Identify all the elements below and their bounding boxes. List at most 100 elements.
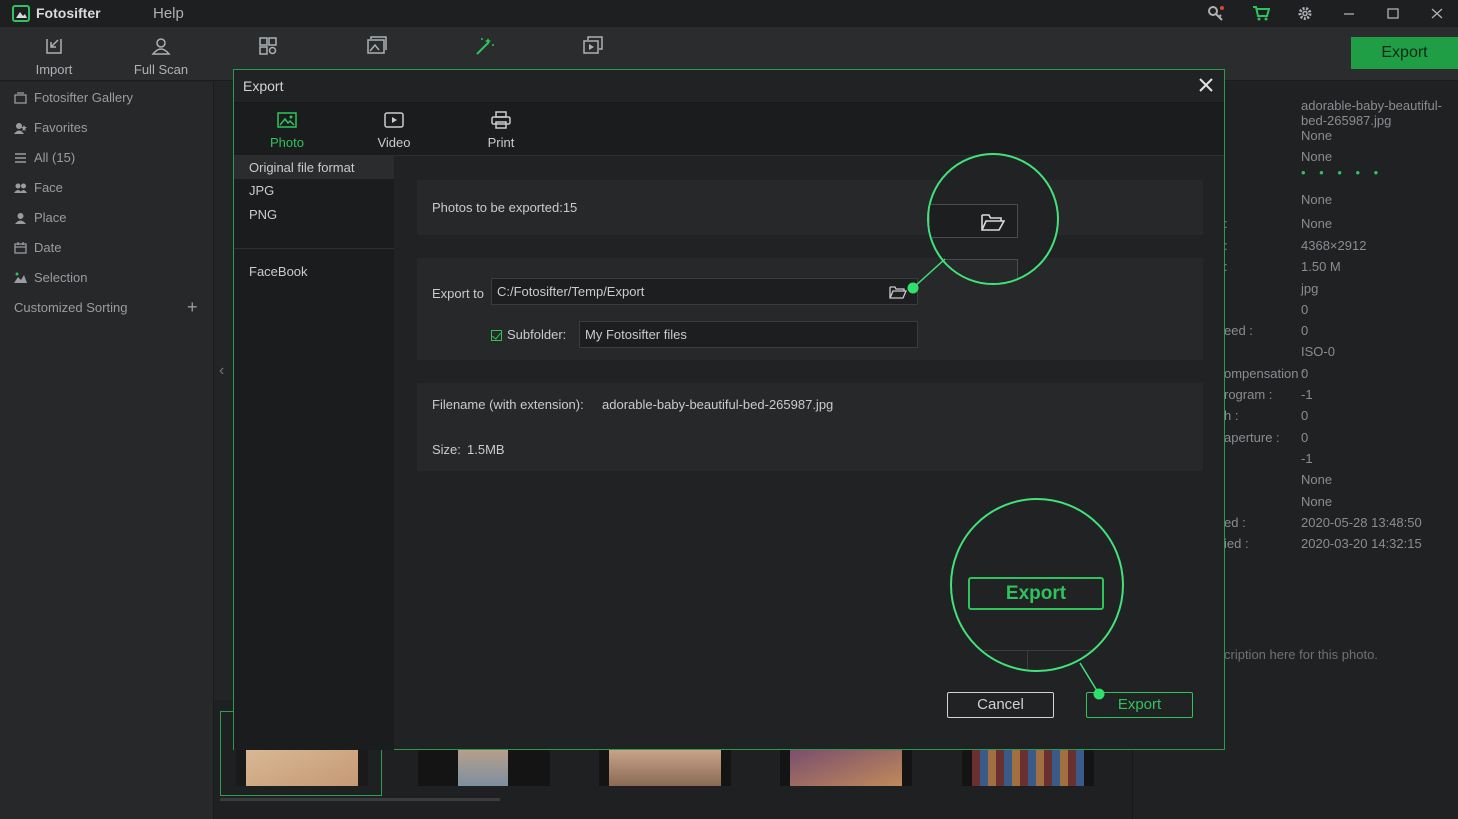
cancel-button[interactable]: Cancel bbox=[947, 692, 1054, 718]
fotosifter-logo-icon bbox=[12, 5, 30, 22]
info-label: eed : bbox=[1224, 323, 1253, 338]
close-icon[interactable] bbox=[1197, 76, 1215, 94]
thumbnail[interactable] bbox=[599, 749, 731, 786]
folder-open-icon bbox=[981, 214, 1005, 231]
collapse-panel-icon[interactable]: ‹ bbox=[219, 362, 224, 380]
info-value: None bbox=[1301, 149, 1333, 164]
size-value: 1.5MB bbox=[467, 442, 505, 457]
tab-print[interactable]: Print bbox=[461, 111, 541, 150]
tab-video[interactable]: Video bbox=[354, 111, 434, 150]
info-label: ed : bbox=[1224, 515, 1246, 530]
export-button[interactable]: Export bbox=[1086, 692, 1193, 718]
thumbnail-scrollbar[interactable] bbox=[220, 798, 500, 801]
sidebar-item-label: Place bbox=[34, 210, 67, 225]
list-icon bbox=[15, 152, 26, 163]
thumbnail[interactable] bbox=[962, 749, 1094, 786]
thumbnail[interactable] bbox=[780, 749, 912, 786]
rating-stars[interactable]: • • • • • bbox=[1301, 165, 1383, 180]
sidebar-item-place[interactable]: Place bbox=[14, 210, 67, 225]
full-scan-label: Full Scan bbox=[133, 62, 189, 77]
slideshow-button[interactable] bbox=[553, 36, 633, 62]
key-icon[interactable] bbox=[1207, 5, 1225, 22]
filename-label: Filename (with extension): bbox=[432, 397, 584, 412]
close-window-icon[interactable] bbox=[1428, 5, 1446, 22]
gear-icon[interactable] bbox=[1296, 5, 1314, 22]
info-value: 0 bbox=[1301, 302, 1309, 317]
minimize-icon[interactable] bbox=[1340, 5, 1358, 22]
dialog-title: Export bbox=[243, 78, 284, 94]
menu-help[interactable]: Help bbox=[153, 5, 184, 22]
description-placeholder[interactable]: cription here for this photo. bbox=[1224, 647, 1378, 662]
info-value: -1 bbox=[1301, 451, 1313, 466]
customized-sorting-label: Customized Sorting bbox=[14, 300, 128, 315]
import-label: Import bbox=[35, 62, 73, 77]
title-bar: Fotosifter Help bbox=[0, 0, 1458, 27]
sidebar-item-all[interactable]: All (15) bbox=[14, 150, 75, 165]
add-sorting-icon[interactable]: + bbox=[187, 297, 198, 318]
place-icon bbox=[15, 212, 26, 224]
full-scan-icon bbox=[151, 38, 171, 55]
info-value: 2020-05-28 13:48:50 bbox=[1301, 515, 1422, 530]
customized-sorting[interactable]: Customized Sorting bbox=[14, 300, 127, 315]
tab-photo-label: Photo bbox=[270, 135, 304, 150]
sidebar-item-label: Fotosifter Gallery bbox=[34, 90, 133, 105]
size-label: Size: bbox=[432, 442, 461, 457]
magnified-export-button: Export bbox=[968, 577, 1104, 610]
thumbnail[interactable] bbox=[418, 749, 550, 786]
sidebar-item-label: All (15) bbox=[34, 150, 76, 165]
toolbar-export-button[interactable]: Export bbox=[1351, 37, 1458, 69]
sidebar-item-gallery[interactable]: Fotosifter Gallery bbox=[14, 90, 133, 105]
sidebar-item-label: Favorites bbox=[34, 120, 88, 135]
slideshow-icon bbox=[583, 36, 603, 54]
folder-callout-magnifier bbox=[927, 153, 1059, 285]
folder-open-icon[interactable] bbox=[889, 285, 907, 299]
info-value: -1 bbox=[1301, 387, 1313, 402]
auto-sort-icon bbox=[259, 37, 277, 55]
sidebar-item-date[interactable]: Date bbox=[14, 240, 61, 255]
info-value: 0 bbox=[1301, 430, 1309, 445]
sidebar-item-face[interactable]: Face bbox=[14, 180, 63, 195]
photo-icon bbox=[277, 112, 297, 128]
photos-to-export: Photos to be exported:15 bbox=[432, 200, 578, 215]
subfolder-value: My Fotosifter files bbox=[585, 327, 687, 342]
video-icon bbox=[384, 112, 404, 128]
info-value: jpg bbox=[1301, 281, 1319, 296]
format-original[interactable]: Original file format bbox=[234, 156, 394, 179]
export-to-label: Export to bbox=[432, 286, 485, 301]
selection-icon bbox=[14, 272, 27, 283]
full-scan-button[interactable]: Full Scan bbox=[121, 36, 201, 77]
favorites-icon bbox=[14, 122, 27, 134]
face-icon bbox=[14, 183, 27, 193]
filename-value: adorable-baby-beautiful-bed-265987.jpg bbox=[602, 397, 834, 412]
printer-icon bbox=[491, 111, 511, 129]
info-value: None bbox=[1301, 216, 1333, 231]
import-button[interactable]: Import bbox=[14, 36, 94, 77]
edit-button[interactable] bbox=[445, 36, 525, 62]
info-label: aperture : bbox=[1224, 430, 1280, 445]
info-value: 4368×2912 bbox=[1301, 238, 1367, 253]
maximize-icon[interactable] bbox=[1384, 5, 1402, 22]
thumbnail[interactable] bbox=[236, 749, 368, 786]
info-value: 1.50 M bbox=[1301, 259, 1341, 274]
export-path-field[interactable]: C:/Fotosifter/Temp/Export bbox=[491, 278, 918, 305]
info-value: ISO-0 bbox=[1301, 344, 1335, 359]
info-filename: adorable-baby-beautiful-bed-265987.jpg bbox=[1301, 98, 1442, 128]
subfolder-input[interactable]: My Fotosifter files bbox=[579, 321, 918, 348]
view-icon bbox=[367, 36, 387, 54]
auto-sort-button[interactable] bbox=[228, 36, 308, 62]
view-button[interactable] bbox=[337, 36, 417, 62]
share-facebook[interactable]: FaceBook bbox=[234, 260, 394, 283]
sidebar-item-favorites[interactable]: Favorites bbox=[14, 120, 87, 135]
sidebar-item-selection[interactable]: Selection bbox=[14, 270, 87, 285]
info-value: 0 bbox=[1301, 408, 1309, 423]
info-value: 0 bbox=[1301, 366, 1309, 381]
sidebar-item-label: Face bbox=[34, 180, 63, 195]
format-png[interactable]: PNG bbox=[234, 203, 394, 226]
subfolder-checkbox[interactable] bbox=[491, 330, 502, 341]
subfolder-label: Subfolder: bbox=[507, 327, 567, 342]
tab-photo[interactable]: Photo bbox=[247, 111, 327, 150]
format-jpg[interactable]: JPG bbox=[234, 179, 394, 202]
info-label: ompensation : bbox=[1224, 366, 1306, 381]
cart-icon[interactable] bbox=[1252, 5, 1270, 22]
sidebar-item-label: Selection bbox=[34, 270, 88, 285]
